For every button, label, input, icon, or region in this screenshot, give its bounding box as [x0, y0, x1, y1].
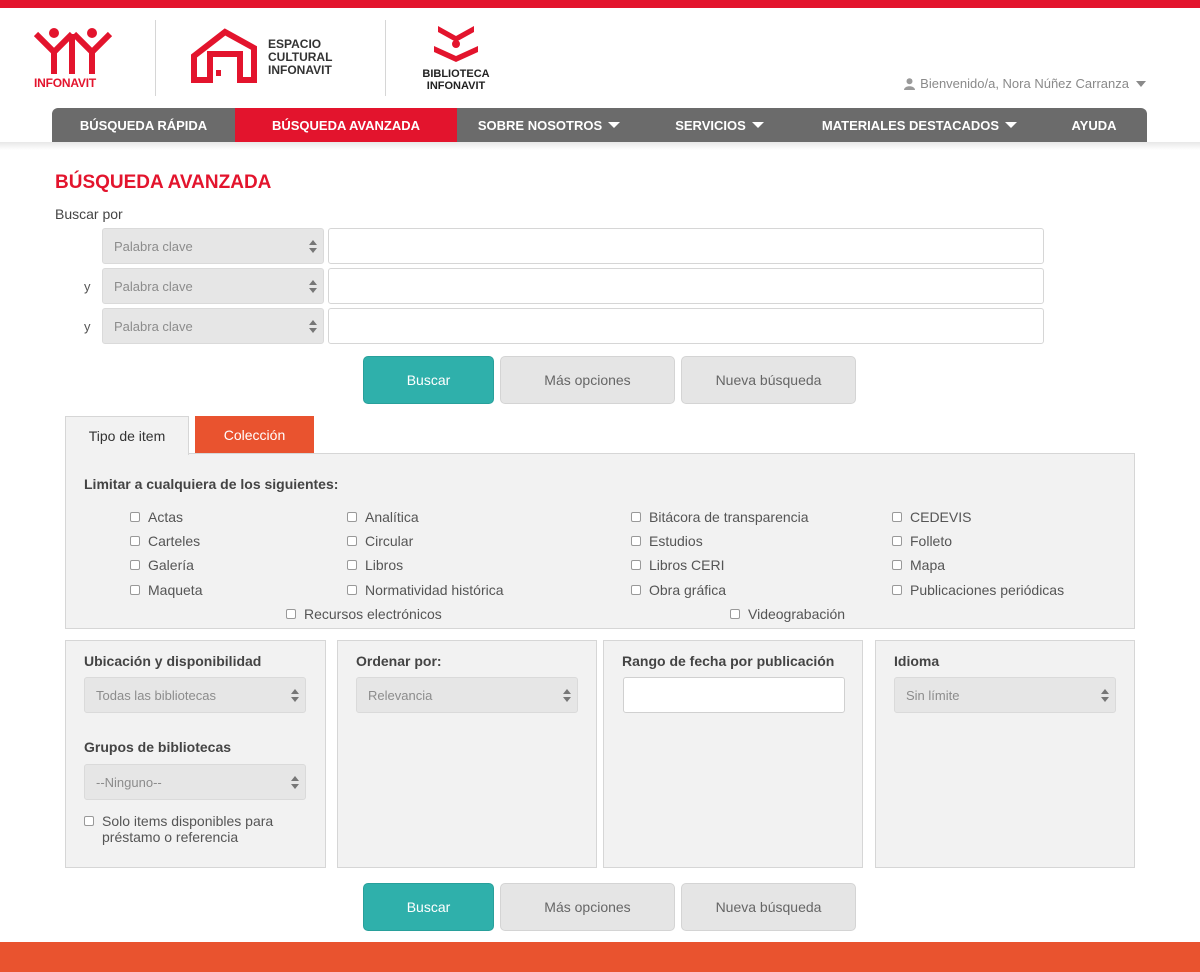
checkbox-videograbacion[interactable]: Videograbación — [730, 606, 845, 622]
sort-arrows-icon — [291, 776, 299, 790]
conjunction-label: y — [84, 318, 91, 334]
language-filter-box: Idioma Sin límite — [875, 640, 1135, 868]
nav-ayuda[interactable]: AYUDA — [1041, 108, 1147, 142]
library-group-select[interactable]: --Ninguno-- — [84, 764, 306, 800]
library-select[interactable]: Todas las bibliotecas — [84, 677, 306, 713]
nav-busqueda-avanzada[interactable]: BÚSQUEDA AVANZADA — [235, 108, 457, 142]
checkbox-mapa[interactable]: Mapa — [892, 557, 945, 573]
sort-arrows-icon — [291, 689, 299, 703]
chevron-down-icon — [1136, 80, 1146, 87]
search-field-select[interactable]: Palabra clave — [102, 268, 324, 304]
biblioteca-wordmark: BIBLIOTECA INFONAVIT — [422, 68, 490, 92]
sort-arrows-icon — [563, 689, 571, 703]
date-range-input[interactable] — [623, 677, 845, 713]
conjunction-label: y — [84, 278, 91, 294]
infonavit-logo[interactable]: INFONAVIT — [33, 26, 114, 96]
search-term-input[interactable] — [328, 228, 1044, 264]
search-field-select[interactable]: Palabra clave — [102, 228, 324, 264]
language-select[interactable]: Sin límite — [894, 677, 1116, 713]
top-accent-bar — [0, 0, 1200, 8]
search-field-select[interactable]: Palabra clave — [102, 308, 324, 344]
nav-materiales-destacados[interactable]: MATERIALES DESTACADOS — [798, 108, 1041, 142]
sort-heading: Ordenar por: — [356, 653, 442, 669]
date-range-filter-box: Rango de fecha por publicación — [603, 640, 863, 868]
user-icon — [904, 77, 916, 90]
site-header: INFONAVIT ESPACIO CULTURAL INFONAVIT BIB… — [0, 8, 1200, 110]
checkbox-obra-grafica[interactable]: Obra gráfica — [631, 582, 726, 598]
checkbox-circular[interactable]: Circular — [347, 533, 413, 549]
book-stack-icon — [434, 26, 478, 62]
language-heading: Idioma — [894, 653, 940, 669]
checkbox-maqueta[interactable]: Maqueta — [130, 582, 202, 598]
more-options-button[interactable]: Más opciones — [500, 356, 675, 404]
search-term-input[interactable] — [328, 268, 1044, 304]
location-filter-box: Ubicación y disponibilidad Todas las bib… — [65, 640, 326, 868]
sort-arrows-icon — [309, 240, 317, 254]
checkbox-bitacora-transparencia[interactable]: Bitácora de transparencia — [631, 509, 809, 525]
main-nav: BÚSQUEDA RÁPIDA BÚSQUEDA AVANZADA SOBRE … — [52, 108, 1147, 142]
nav-shadow — [0, 142, 1200, 150]
checkbox-analitica[interactable]: Analítica — [347, 509, 419, 525]
search-button[interactable]: Buscar — [363, 356, 494, 404]
espacio-cultural-wordmark: ESPACIO CULTURAL INFONAVIT — [268, 37, 333, 77]
search-by-label: Buscar por — [55, 206, 123, 222]
tab-collection[interactable]: Colección — [195, 416, 314, 454]
header-divider — [385, 20, 386, 96]
chevron-down-icon — [608, 122, 621, 128]
sort-filter-box: Ordenar por: Relevancia — [337, 640, 597, 868]
checkbox-galeria[interactable]: Galería — [130, 557, 194, 573]
available-only-checkbox[interactable]: Solo items disponibles para préstamo o r… — [84, 813, 304, 845]
page-title: BÚSQUEDA AVANZADA — [55, 172, 272, 193]
checkbox-carteles[interactable]: Carteles — [130, 533, 200, 549]
infonavit-wordmark: INFONAVIT — [34, 76, 96, 90]
new-search-button-bottom[interactable]: Nueva búsqueda — [681, 883, 856, 931]
tab-item-type[interactable]: Tipo de item — [65, 416, 189, 455]
checkbox-libros[interactable]: Libros — [347, 557, 403, 573]
search-term-input[interactable] — [328, 308, 1044, 344]
sort-arrows-icon — [309, 280, 317, 294]
search-row: y Palabra clave — [84, 308, 1044, 344]
chevron-down-icon — [1005, 122, 1018, 128]
header-divider — [155, 20, 156, 96]
espacio-cultural-logo[interactable]: ESPACIO CULTURAL INFONAVIT — [190, 26, 360, 92]
checkbox-actas[interactable]: Actas — [130, 509, 183, 525]
user-menu[interactable]: Bienvenido/a, Nora Núñez Carranza — [904, 76, 1146, 91]
chevron-down-icon — [751, 122, 764, 128]
infonavit-houses-icon — [33, 28, 113, 74]
item-type-heading: Limitar a cualquiera de los siguientes: — [84, 476, 339, 492]
nav-servicios[interactable]: SERVICIOS — [641, 108, 798, 142]
checkbox-folleto[interactable]: Folleto — [892, 533, 952, 549]
checkbox-publicaciones-periodicas[interactable]: Publicaciones periódicas — [892, 582, 1064, 598]
checkbox-cedevis[interactable]: CEDEVIS — [892, 509, 971, 525]
item-type-panel: Limitar a cualquiera de los siguientes: … — [65, 453, 1135, 629]
library-groups-heading: Grupos de bibliotecas — [84, 739, 232, 755]
checkbox-estudios[interactable]: Estudios — [631, 533, 703, 549]
sort-arrows-icon — [1101, 689, 1109, 703]
nav-sobre-nosotros[interactable]: SOBRE NOSOTROS — [457, 108, 641, 142]
new-search-button[interactable]: Nueva búsqueda — [681, 356, 856, 404]
search-row: y Palabra clave — [84, 268, 1044, 304]
checkbox-recursos-electronicos[interactable]: Recursos electrónicos — [286, 606, 442, 622]
checkbox-normatividad-historica[interactable]: Normatividad histórica — [347, 582, 504, 598]
sort-arrows-icon — [309, 320, 317, 334]
search-button-bottom[interactable]: Buscar — [363, 883, 494, 931]
footer-bar — [0, 942, 1200, 972]
date-range-heading: Rango de fecha por publicación — [622, 653, 835, 669]
user-greeting: Bienvenido/a, Nora Núñez Carranza — [920, 76, 1129, 91]
biblioteca-logo[interactable]: BIBLIOTECA INFONAVIT — [416, 24, 506, 98]
house-outline-icon — [191, 28, 257, 83]
location-heading: Ubicación y disponibilidad — [84, 653, 262, 669]
more-options-button-bottom[interactable]: Más opciones — [500, 883, 675, 931]
nav-busqueda-rapida[interactable]: BÚSQUEDA RÁPIDA — [52, 108, 235, 142]
search-row: Palabra clave — [84, 228, 1044, 264]
checkbox-libros-ceri[interactable]: Libros CERI — [631, 557, 724, 573]
sort-select[interactable]: Relevancia — [356, 677, 578, 713]
